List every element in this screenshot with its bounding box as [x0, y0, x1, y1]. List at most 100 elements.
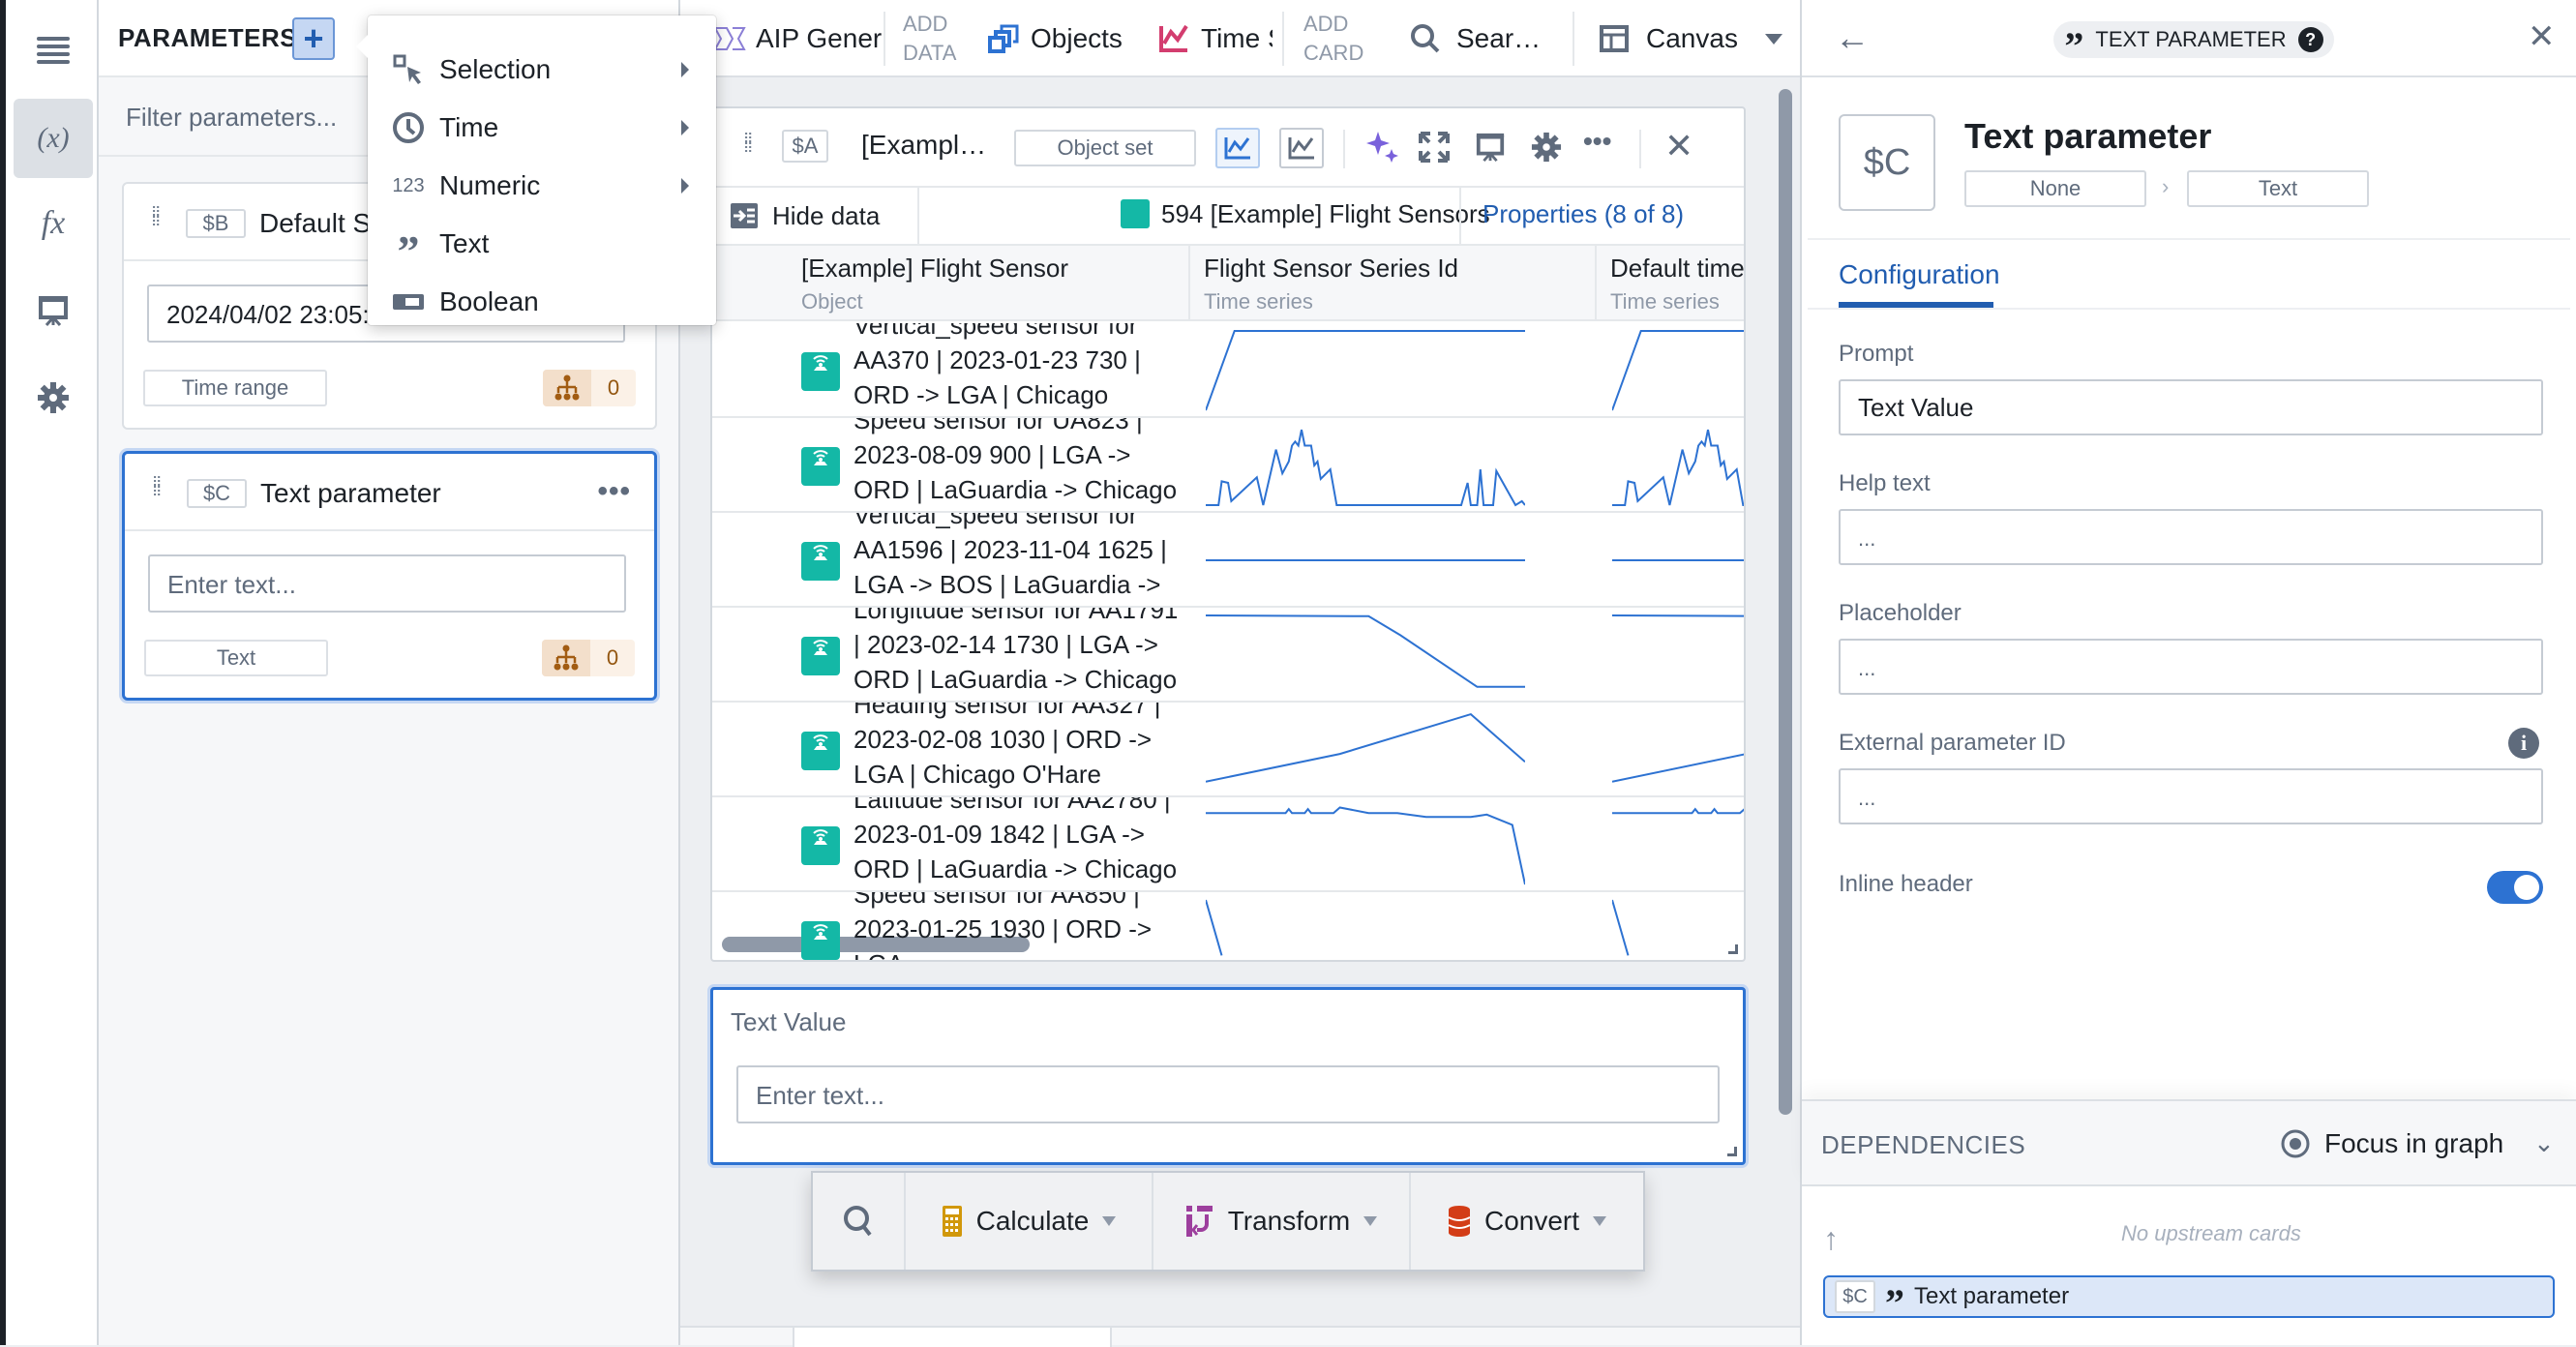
column-divider[interactable] [1595, 246, 1597, 321]
menu-item-time[interactable]: Time [368, 99, 716, 157]
menu-item-numeric[interactable]: 123 Numeric [368, 157, 716, 215]
calculate-button[interactable]: Calculate [906, 1173, 1153, 1270]
parameter-tag-large: $C [1839, 114, 1935, 211]
search-icon [844, 1206, 872, 1237]
resize-handle-icon[interactable] [1727, 1147, 1737, 1156]
column-header-default-time[interactable]: Default time Time series [1610, 254, 1744, 314]
aip-generate-button[interactable]: AIP Generat [713, 0, 882, 77]
rail-variables[interactable]: (x) [14, 99, 93, 178]
rail-present[interactable] [14, 271, 93, 350]
sparkline-path [1206, 806, 1525, 885]
expand-button[interactable] [1419, 132, 1450, 167]
object-title[interactable]: Heading sensor for AA327 | 2023-02-08 10… [854, 703, 1188, 792]
left-rail: (x) fx [0, 0, 99, 1345]
drag-handle-icon[interactable]: ⠿ ⠿ [743, 132, 757, 163]
chart-view-button[interactable] [1279, 128, 1324, 168]
close-panel-icon[interactable]: ✕ [2528, 17, 2556, 56]
focus-in-graph-button[interactable]: Focus in graph [2280, 1122, 2503, 1165]
table-row[interactable]: Vertical_speed sensor for AA1596 | 2023-… [712, 513, 1744, 608]
more-options-icon[interactable]: ••• [597, 475, 631, 508]
parameter-tag: $B [186, 209, 246, 238]
toolbar-search-button[interactable] [813, 1173, 906, 1270]
dependency-item[interactable]: $C ” Text parameter [1823, 1275, 2555, 1323]
submenu-arrow-icon [681, 120, 689, 135]
objects-button[interactable]: Objects [988, 0, 1123, 77]
sparkline-path [1206, 614, 1525, 688]
dependency-count-badge[interactable]: 0 [542, 640, 635, 676]
more-options-icon[interactable]: ••• [1583, 126, 1611, 157]
canvas-vertical-scrollbar[interactable] [1779, 89, 1792, 1115]
object-set-card[interactable]: ⠿ ⠿ $A [Exampl… Object set ••• ✕ Hide dat… [710, 106, 1746, 962]
help-text-input[interactable]: ... [1839, 509, 2543, 565]
tab-configuration[interactable]: Configuration [1839, 259, 2000, 290]
sparkline-default-time [1612, 899, 1630, 956]
table-row[interactable]: Speed sensor for UA823 | 2023-08-09 900 … [712, 418, 1744, 513]
no-upstream-text: No upstream cards [2121, 1221, 2301, 1245]
help-icon[interactable]: ? [2297, 27, 2323, 52]
object-title[interactable]: Longitude sensor for AA1791 | 2023-02-14… [854, 608, 1188, 697]
column-header-series-id[interactable]: Flight Sensor Series Id Time series [1204, 254, 1458, 314]
menu-item-selection[interactable]: Selection [368, 41, 716, 99]
object-title[interactable]: Latitude sensor for AA2780 | 2023-01-09 … [854, 797, 1188, 886]
close-card-icon[interactable]: ✕ [1664, 126, 1693, 166]
menu-item-boolean[interactable]: Boolean [368, 273, 716, 331]
dependencies-header: DEPENDENCIES Focus in graph ⌄ [1802, 1099, 2576, 1186]
table-row[interactable]: Latitude sensor for AA2780 | 2023-01-09 … [712, 797, 1744, 892]
present-button[interactable] [1475, 132, 1506, 167]
search-button[interactable]: Sear… [1410, 0, 1541, 77]
canvas-layout-dropdown[interactable]: Canvas [1600, 0, 1782, 77]
column-header-object[interactable]: [Example] Flight Sensor Object [801, 254, 1068, 314]
placeholder-input[interactable]: ... [1839, 639, 2543, 695]
object-title[interactable]: Vertical_speed sensor for AA1596 | 2023-… [854, 513, 1188, 602]
menu-item-text[interactable]: ” Text [368, 215, 716, 274]
expand-icon [1419, 132, 1450, 163]
table-row[interactable]: Vertical_speed sensor for AA370 | 2023-0… [712, 323, 1744, 418]
parameter-title[interactable]: Text parameter [1964, 116, 2211, 157]
menu-button[interactable] [14, 10, 93, 89]
gear-icon [1531, 132, 1562, 163]
external-id-input[interactable]: ... [1839, 768, 2543, 824]
hide-data-button[interactable]: Hide data [730, 188, 919, 244]
rail-settings[interactable] [14, 358, 93, 437]
transform-button[interactable]: Transform [1153, 1173, 1411, 1270]
quote-icon: ” [1885, 1281, 1904, 1325]
drag-handle-icon[interactable]: ⠿ ⠿ [152, 475, 165, 506]
ai-sparkle-button[interactable] [1366, 130, 1399, 167]
object-title[interactable]: Speed sensor for AA850 | 2023-01-25 1930… [854, 892, 1188, 960]
canvas-tab[interactable] [793, 1328, 1112, 1347]
bottom-action-toolbar: Calculate Transform Convert [811, 1171, 1645, 1272]
flight-sensor-object-icon [1121, 199, 1150, 228]
chevron-down-icon[interactable]: ⌄ [2533, 1128, 2555, 1158]
object-set-name[interactable]: [Exampl… [861, 130, 986, 161]
info-icon[interactable]: i [2508, 728, 2539, 759]
drag-handle-icon[interactable]: ⠿ ⠿ [151, 205, 165, 236]
text-value-card[interactable]: Text Value Enter text... [710, 987, 1746, 1165]
prompt-input[interactable]: Text Value [1839, 379, 2543, 435]
time-series-button[interactable]: Time S [1158, 0, 1273, 77]
timeseries-view-button[interactable] [1215, 128, 1260, 168]
object-title[interactable]: Speed sensor for UA823 | 2023-08-09 900 … [854, 418, 1188, 511]
convert-button[interactable]: Convert [1411, 1173, 1643, 1270]
object-title[interactable]: Vertical_speed sensor for AA370 | 2023-0… [854, 323, 1188, 416]
text-parameter-input[interactable]: Enter text... [148, 554, 626, 613]
table-row[interactable]: Heading sensor for AA327 | 2023-02-08 10… [712, 703, 1744, 797]
add-parameter-button[interactable]: + [292, 17, 335, 60]
text-value-input[interactable]: Enter text... [736, 1065, 1720, 1123]
table-row[interactable]: Speed sensor for AA850 | 2023-01-25 1930… [712, 892, 1744, 960]
to-type-box[interactable]: Text [2187, 170, 2369, 207]
separator [1343, 130, 1345, 168]
column-divider[interactable] [1188, 246, 1190, 321]
from-type-box[interactable]: None [1964, 170, 2146, 207]
table-row[interactable]: Longitude sensor for AA1791 | 2023-02-14… [712, 608, 1744, 703]
rail-functions[interactable]: fx [14, 184, 93, 263]
parameter-card-c[interactable]: ⠿ ⠿ $C Text parameter ••• Enter text... T… [122, 451, 657, 701]
card-settings-button[interactable] [1531, 132, 1562, 167]
properties-link[interactable]: Properties (8 of 8) [1483, 199, 1684, 229]
dependency-count-badge[interactable]: 0 [543, 370, 636, 406]
hide-data-icon [731, 203, 758, 228]
inline-header-toggle[interactable] [2487, 871, 2543, 904]
object-set-type-button[interactable]: Object set [1014, 130, 1196, 166]
sparkline-default-time [1612, 429, 1744, 506]
sparkline-default-time [1612, 559, 1744, 561]
back-arrow-icon[interactable]: ← [1835, 17, 1870, 58]
